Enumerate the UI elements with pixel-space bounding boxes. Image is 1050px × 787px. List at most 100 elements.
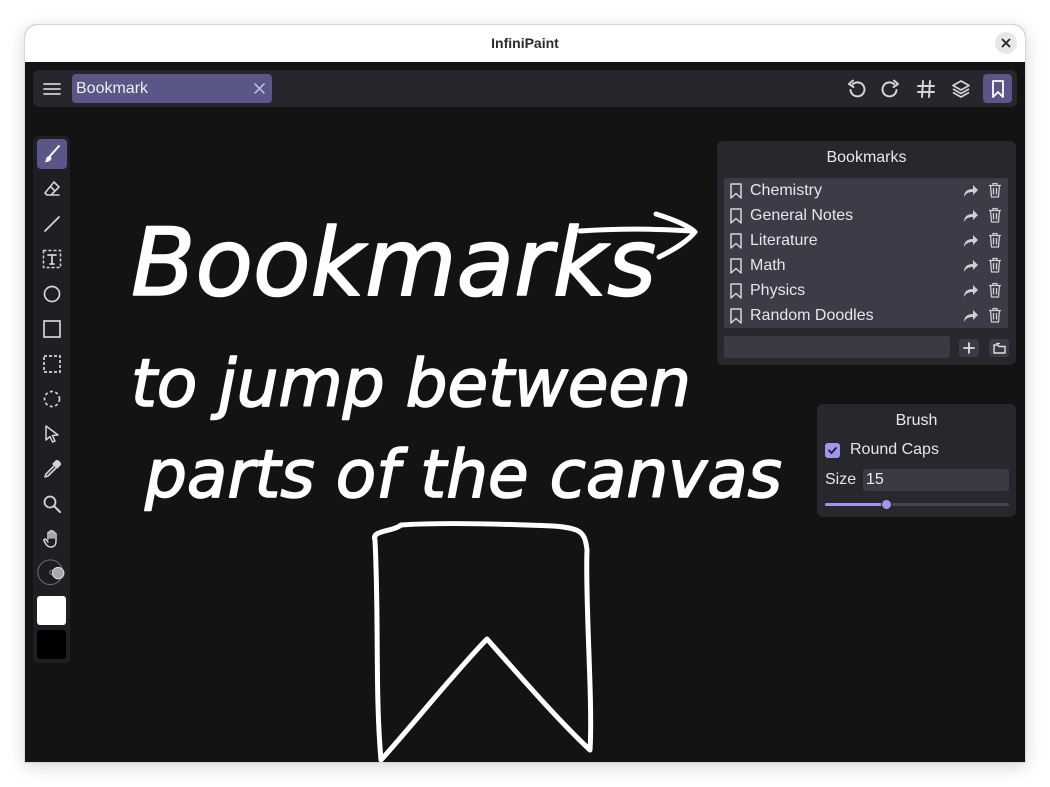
bookmark-item-random-doodles[interactable]: Random Doodles bbox=[724, 303, 1008, 328]
top-toolbar: Bookmark bbox=[33, 70, 1017, 107]
ellipse-tool-button[interactable] bbox=[37, 279, 67, 309]
rect-select-tool-button[interactable] bbox=[37, 349, 67, 379]
brush-preview-icon bbox=[37, 559, 65, 586]
select-tool-button[interactable] bbox=[37, 419, 67, 449]
add-folder-button[interactable] bbox=[989, 339, 1009, 357]
bookmark-name-input[interactable] bbox=[724, 336, 950, 358]
trash-icon[interactable] bbox=[988, 207, 1002, 223]
grid-button[interactable] bbox=[911, 74, 940, 103]
redo-icon bbox=[881, 79, 899, 97]
eraser-icon bbox=[44, 181, 60, 196]
bookmark-icon bbox=[730, 233, 742, 249]
trash-icon[interactable] bbox=[988, 307, 1002, 323]
brush-panel: Brush Round Caps Size 15 bbox=[817, 404, 1016, 517]
plus-icon bbox=[963, 342, 975, 354]
window-title: InfiniPaint bbox=[491, 35, 559, 51]
bookmark-icon bbox=[730, 258, 742, 274]
close-icon bbox=[1001, 38, 1011, 48]
hand-icon bbox=[43, 530, 57, 548]
lasso-select-tool-button[interactable] bbox=[37, 384, 67, 414]
eraser-tool-button[interactable] bbox=[37, 174, 67, 204]
round-caps-label: Round Caps bbox=[850, 441, 939, 458]
arrow-head-stroke bbox=[653, 211, 698, 260]
brush-preview[interactable] bbox=[37, 559, 67, 589]
bookmark-item-physics[interactable]: Physics bbox=[724, 278, 1008, 303]
trash-icon[interactable] bbox=[988, 232, 1002, 248]
bookmark-item-math[interactable]: Math bbox=[724, 253, 1008, 278]
ellipse-icon bbox=[43, 285, 61, 303]
size-value: 15 bbox=[866, 471, 884, 488]
trash-icon[interactable] bbox=[988, 257, 1002, 273]
tool-palette bbox=[33, 136, 70, 663]
size-slider-thumb[interactable] bbox=[880, 499, 892, 510]
size-slider[interactable] bbox=[825, 499, 1009, 510]
line-tool-button[interactable] bbox=[37, 209, 67, 239]
folder-icon bbox=[992, 342, 1006, 354]
annotation-line-2: to jump between bbox=[131, 345, 691, 422]
eyedropper-tool-button[interactable] bbox=[37, 454, 67, 484]
jump-to-icon[interactable] bbox=[962, 208, 979, 223]
undo-button[interactable] bbox=[841, 74, 870, 103]
pan-tool-button[interactable] bbox=[37, 524, 67, 554]
eyedropper-icon bbox=[44, 460, 61, 478]
paintbrush-icon bbox=[44, 145, 60, 163]
jump-to-icon[interactable] bbox=[962, 283, 979, 298]
bookmarks-panel-title: Bookmarks bbox=[826, 149, 907, 166]
hamburger-menu-icon bbox=[42, 82, 61, 95]
window-close-button[interactable] bbox=[995, 32, 1017, 54]
text-tool-button[interactable] bbox=[37, 244, 67, 274]
bookmark-icon bbox=[991, 79, 1004, 98]
trash-icon[interactable] bbox=[988, 282, 1002, 298]
redo-button[interactable] bbox=[876, 74, 905, 103]
jump-to-icon[interactable] bbox=[962, 233, 979, 248]
bookmark-icon bbox=[730, 208, 742, 224]
bookmarks-panel: Bookmarks Chemistry General Notes Litera… bbox=[717, 141, 1016, 365]
annotation-line-3: parts of the canvas bbox=[144, 436, 782, 513]
bookmark-item-general-notes[interactable]: General Notes bbox=[724, 203, 1008, 228]
titlebar: InfiniPaint bbox=[25, 25, 1025, 63]
drawing-canvas[interactable]: Bookmarks to jump between parts of the c… bbox=[25, 62, 1025, 762]
tab-close-icon[interactable] bbox=[253, 82, 266, 95]
annotation-line-1: Bookmarks bbox=[131, 209, 656, 318]
zoom-icon bbox=[43, 495, 61, 513]
bookmarks-toggle-button[interactable] bbox=[983, 74, 1012, 103]
background-color-swatch[interactable] bbox=[37, 630, 66, 659]
checkmark-icon bbox=[828, 447, 837, 454]
layers-icon bbox=[951, 79, 970, 98]
brush-panel-title: Brush bbox=[895, 412, 938, 429]
bookmark-label: Chemistry bbox=[750, 182, 823, 199]
zoom-tool-button[interactable] bbox=[37, 489, 67, 519]
size-label: Size bbox=[825, 471, 857, 488]
menu-button[interactable] bbox=[39, 76, 64, 101]
size-input[interactable]: 15 bbox=[863, 469, 1009, 491]
rectangle-tool-button[interactable] bbox=[37, 314, 67, 344]
bookmark-label: Literature bbox=[750, 232, 818, 249]
tab-bookmark[interactable]: Bookmark bbox=[72, 74, 272, 103]
undo-icon bbox=[847, 79, 865, 97]
rect-select-icon bbox=[43, 355, 61, 373]
jump-to-icon[interactable] bbox=[962, 258, 979, 273]
bookmark-label: General Notes bbox=[750, 207, 854, 224]
foreground-color-swatch[interactable] bbox=[37, 596, 66, 625]
bookmark-icon bbox=[730, 283, 742, 299]
bookmark-label: Random Doodles bbox=[750, 307, 874, 324]
app-window: InfiniPaint Bookmarks to jump between pa… bbox=[25, 25, 1025, 762]
brush-tool-button[interactable] bbox=[37, 139, 67, 169]
bookmark-list: Chemistry General Notes Literature Math … bbox=[724, 178, 1008, 328]
grid-icon bbox=[916, 79, 935, 98]
round-caps-checkbox[interactable] bbox=[825, 443, 840, 458]
add-bookmark-button[interactable] bbox=[959, 339, 979, 357]
layers-button[interactable] bbox=[946, 74, 975, 103]
bookmark-item-chemistry[interactable]: Chemistry bbox=[724, 178, 1008, 203]
bookmark-icon bbox=[730, 183, 742, 199]
bookmark-drawing-stroke bbox=[372, 520, 594, 762]
tab-label: Bookmark bbox=[76, 80, 149, 97]
trash-icon[interactable] bbox=[988, 182, 1002, 198]
bookmark-label: Math bbox=[750, 257, 786, 274]
bookmark-icon bbox=[730, 308, 742, 324]
jump-to-icon[interactable] bbox=[962, 183, 979, 198]
jump-to-icon[interactable] bbox=[962, 308, 979, 323]
bookmark-item-literature[interactable]: Literature bbox=[724, 228, 1008, 253]
size-slider-fill bbox=[825, 503, 886, 506]
cursor-icon bbox=[45, 425, 59, 443]
